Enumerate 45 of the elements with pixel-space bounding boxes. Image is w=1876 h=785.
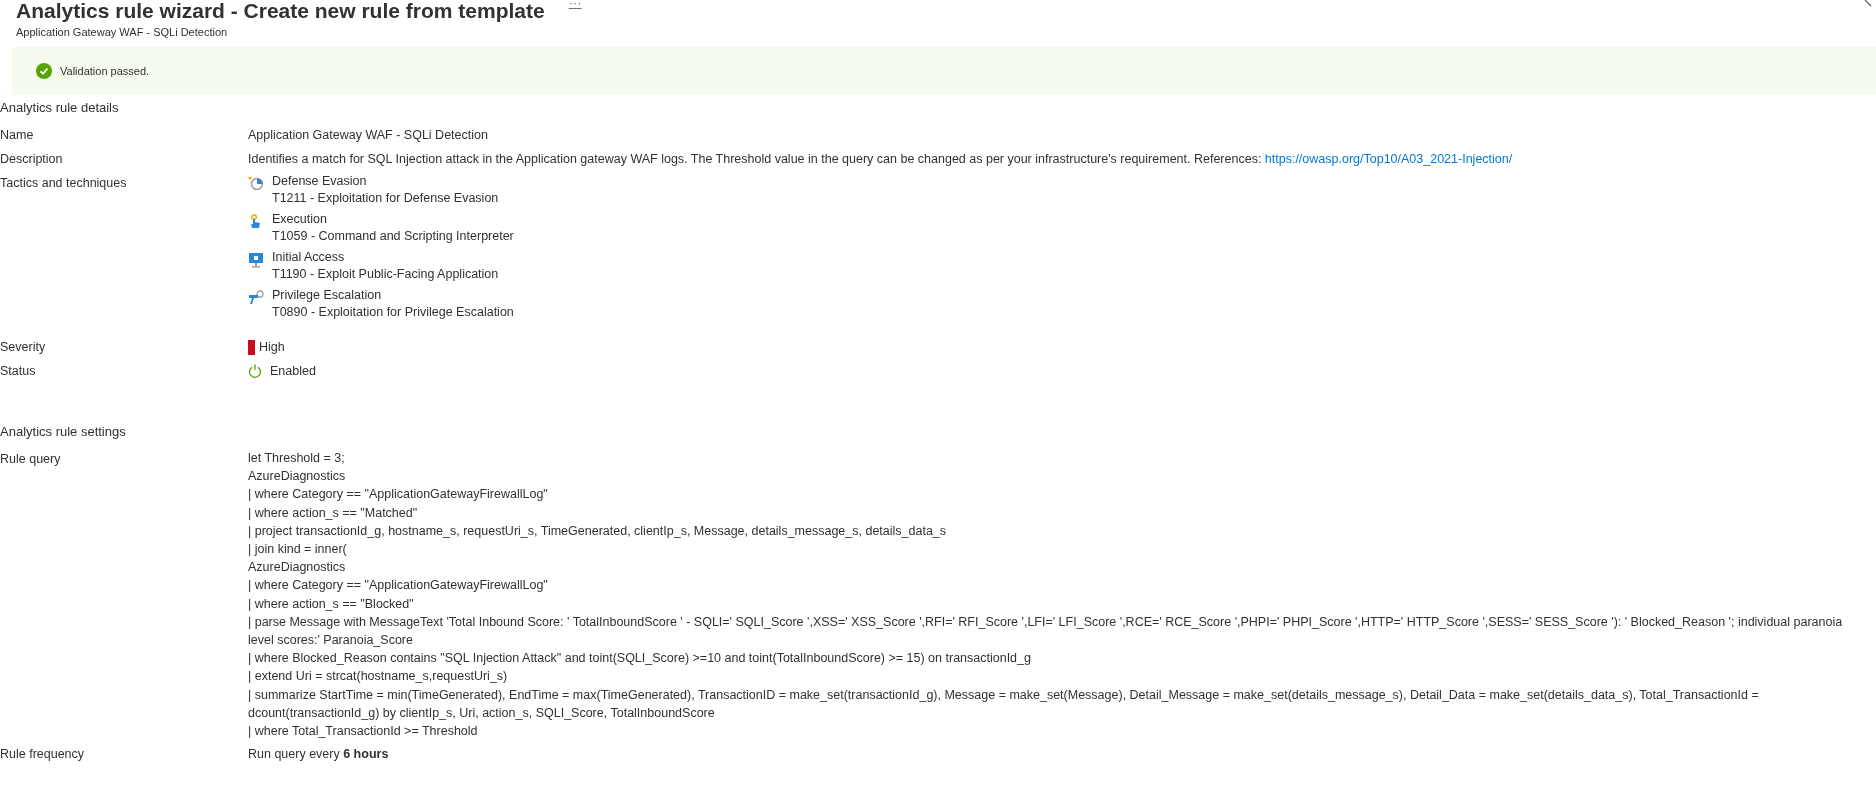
tactic-icon [248,289,264,306]
query-line: | where Blocked_Reason contains "SQL Injection Attack" and toint(SQLI_Score) >=10 and toint(TotalInboundScore) >= 15) on transactionId_g [248,650,1032,668]
field-label: Status [0,363,37,380]
query-line: AzureDiagnostics [248,559,347,577]
check-circle-icon [36,63,52,79]
field-label: Name [0,127,35,144]
tactic-name: Execution [272,211,328,227]
query-line: | where action_s == "Blocked" [248,595,415,613]
field-label: Description [0,151,64,168]
field-label: Rule query [0,451,62,468]
description-text: Identifies a match for SQL Injection attack in the Application gateway WAF logs. The Threshold value in the query can be changed as per your infrastructure's requirement. References: https://owasp.org/Top10/A03_2021-Injection/ [248,152,1513,166]
field-label: Severity [0,339,47,356]
tactic-name: Defense Evasion [272,173,368,189]
query-line: | where Category == "ApplicationGatewayFirewallLog" [248,486,549,504]
field-value: Run query every 6 hours [248,747,389,762]
query-line: | join kind = inner( [248,541,348,558]
reference-link[interactable]: https://owasp.org/Top10/A03_2021-Injection/ [1264,152,1513,166]
query-line: let Threshold = 3; [248,450,346,467]
query-line: | where Total_TransactionId >= Threshold [248,723,479,741]
field-value: Enabled [270,363,316,380]
banner-text: Validation passed. [60,63,150,79]
tactic-icon [248,175,264,192]
more-button[interactable]: ··· [568,0,582,9]
technique-text: T1059 - Command and Scripting Interpreter [272,228,514,245]
query-line: | parse Message with MessageText 'Total Inbound Score: ' TotalInboundScore ' - SQLI=' SQLI_Score ',XSS=' XSS_Score ',RFI=' RFI_Score ',LFI=' LFI_Score ',RCE=' RCE_Score ',PHPI=' PHPI_Score ',HTTP=' HTTP_Score ',SESS=' SESS_Score '): ' Blocked_Reason '; individual paranoia level scores:' Paranoia_Score [248,613,1844,650]
page-title: Analytics rule wizard - Create new rule from template [16,0,545,21]
query-line: | extend Uri = strcat(hostname_s,requestUri_s) [248,668,509,686]
tactic-name: Initial Access [272,249,346,265]
field-label: Rule frequency [0,746,86,764]
tactic-name: Privilege Escalation [272,287,383,303]
query-line: | summarize StartTime = min(TimeGenerated), EndTime = max(TimeGenerated), TransactionID = make_set(transactionId_g), Message = make_set(Message), Detail_Message = make_set(details_message_s), Detail_Data = make_set(details_data_s), Total_TransactionId = dcount(transactionId_g) by clientIp_s, Uri, action_s, SQLI_Score, TotalInboundScore [248,686,1760,722]
query-line: | project transactionId_g, hostname_s, requestUri_s, TimeGenerated, clientIp_s, Message, details_message_s, details_data_s [248,522,948,540]
technique-text: T0890 - Exploitation for Privilege Escalation [272,304,514,321]
query-line: | where action_s == "Matched" [248,504,419,522]
page-subtitle: Application Gateway WAF - SQLi Detection [15,25,229,39]
technique-text: T1190 - Exploit Public-Facing Application [272,266,499,283]
section-heading: Analytics rule settings [0,423,127,441]
field-value: Application Gateway WAF - SQLi Detection [248,128,488,142]
query-line: | where Category == "ApplicationGatewayFirewallLog" [248,577,549,595]
technique-text: T1211 - Exploitation for Defense Evasion [272,190,499,207]
field-value: High [259,339,285,356]
section-heading: Analytics rule details [0,99,120,117]
query-line: AzureDiagnostics [248,468,347,486]
field-label: Tactics and techniques [0,175,128,192]
tactic-icon [248,251,264,268]
